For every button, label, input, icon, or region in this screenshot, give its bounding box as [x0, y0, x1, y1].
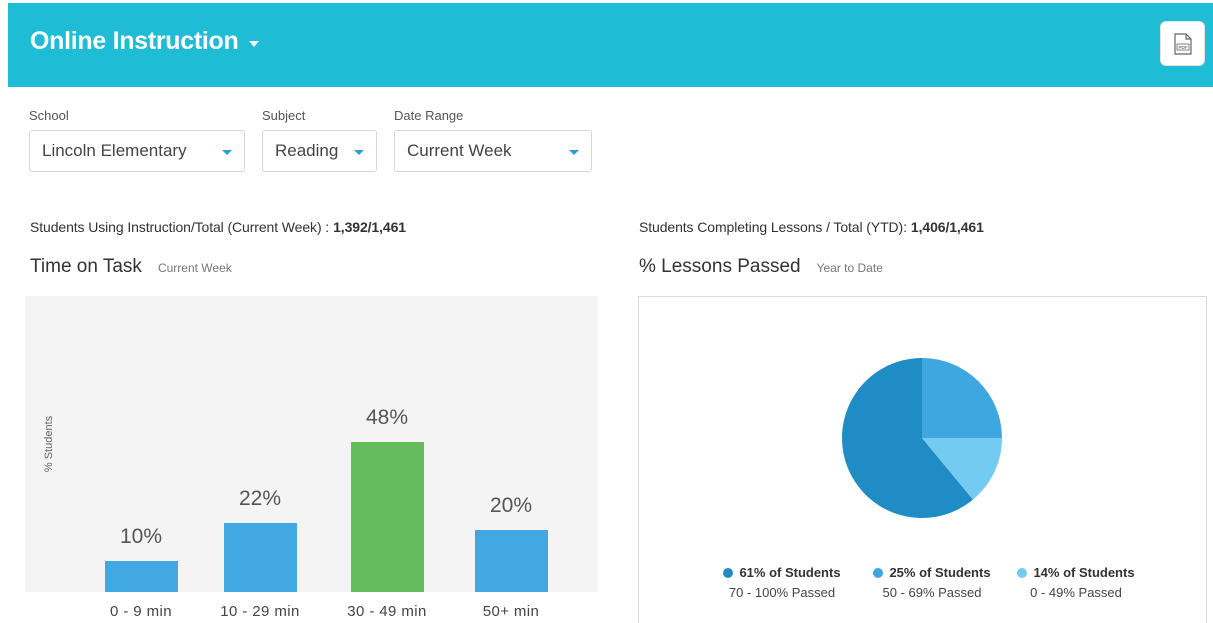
bar-1[interactable]: [223, 523, 297, 592]
x-tick-label: 10 - 29 min: [220, 603, 300, 620]
pdf-export-icon: PDF: [1173, 32, 1192, 55]
legend-swatch: [873, 567, 884, 578]
bar-value-label: 22%: [238, 487, 282, 511]
subject-filter: Subject Reading: [262, 108, 377, 172]
caret-down-icon: [569, 149, 579, 155]
bar-2[interactable]: [350, 442, 424, 592]
date-range-filter: Date Range Current Week: [394, 108, 592, 172]
school-select-value: Lincoln Elementary: [42, 141, 187, 160]
time-on-task-subtitle: Current Week: [157, 261, 232, 275]
legend-sublabel: 50 - 69% Passed: [882, 585, 982, 600]
lessons-passed-heading: % Lessons Passed Year to Date: [639, 256, 883, 278]
instruction-stat-value: 1,392/1,461: [333, 219, 406, 235]
caret-down-icon: [222, 149, 232, 155]
lessons-passed-title: % Lessons Passed: [639, 256, 801, 277]
caret-down-icon: [354, 149, 364, 155]
lessons-stat-value: 1,406/1,461: [910, 219, 984, 235]
bar-3[interactable]: [474, 529, 548, 592]
instruction-stat: Students Using Instruction/Total (Curren…: [30, 219, 406, 235]
legend-label: 25% of Students: [889, 565, 991, 580]
date-range-filter-label: Date Range: [394, 108, 464, 123]
instruction-stat-label: Students Using Instruction/Total (Curren…: [30, 219, 330, 235]
bar-value-label: 10%: [119, 524, 163, 548]
legend-label: 61% of Students: [739, 565, 841, 580]
legend-item: 14% of Students 0 - 49% Passed: [1006, 565, 1146, 600]
chevron-down-icon: [248, 40, 259, 47]
y-axis-label: % Students: [43, 415, 55, 473]
legend-sublabel: 0 - 49% Passed: [1030, 585, 1122, 600]
time-on-task-title: Time on Task: [30, 256, 142, 277]
pdf-export-button[interactable]: PDF: [1160, 21, 1205, 66]
school-filter-label: School: [29, 108, 69, 123]
school-select[interactable]: Lincoln Elementary: [29, 130, 245, 172]
legend-item: 25% of Students 50 - 69% Passed: [862, 565, 1002, 600]
lessons-passed-subtitle: Year to Date: [816, 261, 883, 275]
dashboard-selector[interactable]: Online Instruction: [30, 27, 259, 56]
lessons-stat: Students Completing Lessons / Total (YTD…: [639, 219, 984, 235]
subject-filter-label: Subject: [262, 108, 306, 123]
time-on-task-heading: Time on Task Current Week: [30, 256, 232, 278]
x-tick-label: 0 - 9 min: [110, 603, 172, 620]
subject-select[interactable]: Reading: [262, 130, 377, 172]
pie-slice-1[interactable]: [922, 358, 1002, 438]
school-filter: School Lincoln Elementary: [29, 108, 245, 172]
date-range-select-value: Current Week: [407, 141, 512, 160]
lessons-stat-label: Students Completing Lessons / Total (YTD…: [639, 219, 907, 235]
legend-swatch: [723, 567, 734, 578]
legend-swatch: [1017, 567, 1028, 578]
svg-text:PDF: PDF: [1178, 45, 1187, 50]
legend-sublabel: 70 - 100% Passed: [728, 585, 836, 600]
dashboard-title: Online Instruction: [30, 27, 239, 55]
app-header: Online Instruction PDF: [8, 3, 1213, 87]
x-tick-label: 50+ min: [482, 603, 540, 620]
x-tick-label: 30 - 49 min: [347, 603, 427, 620]
bar-value-label: 48%: [365, 406, 409, 430]
bar-0[interactable]: [104, 560, 178, 592]
legend-item: 61% of Students 70 - 100% Passed: [712, 565, 852, 600]
date-range-select[interactable]: Current Week: [394, 130, 592, 172]
bar-value-label: 20%: [489, 493, 533, 517]
legend-label: 14% of Students: [1033, 565, 1135, 580]
subject-select-value: Reading: [275, 141, 339, 160]
